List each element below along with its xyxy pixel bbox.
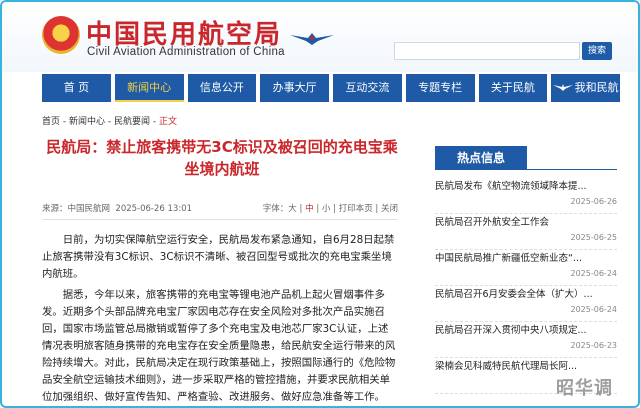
- search-input[interactable]: [394, 42, 580, 60]
- breadcrumb-sep: -: [105, 117, 114, 127]
- wing-icon: [552, 84, 573, 91]
- nav-about[interactable]: 关于民航: [478, 74, 548, 102]
- search-button[interactable]: 搜索: [582, 42, 612, 60]
- list-item-title[interactable]: 中国民航局推广新疆低空新业态“...: [435, 250, 617, 264]
- nav-me-and-caac-label: 我和民航: [574, 81, 619, 94]
- nav-news-center[interactable]: 新闻中心: [114, 74, 184, 102]
- font-small-button[interactable]: 小: [322, 204, 331, 214]
- divider: |: [333, 204, 336, 214]
- breadcrumb-current: 正文: [159, 117, 178, 127]
- breadcrumb-sep: -: [150, 117, 159, 127]
- site-subtitle: Civil Aviation Administration of China: [87, 46, 285, 58]
- list-item[interactable]: 中国民航局推广新疆低空新业态“... 2025-06-24: [435, 250, 617, 286]
- list-item-date: 2025-06-24: [570, 269, 618, 278]
- close-button[interactable]: 关闭: [381, 204, 398, 214]
- list-item[interactable]: 民航局召开6月安委会全体（扩大）... 2025-06-24: [435, 286, 617, 322]
- font-large-button[interactable]: 大: [288, 204, 297, 214]
- article-paragraph: 日前，为切实保障航空运行安全，民航局发布紧急通知，自6月28日起禁止旅客携带没有…: [42, 234, 395, 280]
- list-item-title[interactable]: 民航局召开6月安委会全体（扩大）...: [435, 286, 617, 300]
- font-medium-button[interactable]: 中: [305, 204, 314, 214]
- list-item-title[interactable]: 民航局召开深入贯彻中央八项规定...: [435, 322, 617, 336]
- nav-me-and-caac[interactable]: 我和民航: [551, 74, 620, 102]
- list-item-date: 2025-06-23: [570, 341, 618, 350]
- watermark: 昭华调: [556, 378, 613, 399]
- article-tools: 字体：大 | 中 | 小 | 打印本页 | 关闭: [263, 202, 398, 214]
- article-title: 民航局：禁止旅客携带无3C标识及被召回的充电宝乘坐境内航班: [46, 138, 398, 178]
- breadcrumb-news[interactable]: 新闻中心: [69, 117, 105, 127]
- article-paragraph: 据悉，今年以来，旅客携带的充电宝等锂电池产品机上起火冒烟事件多发。近期多个头部品…: [42, 289, 396, 403]
- nav-special-topics[interactable]: 专题专栏: [405, 74, 475, 102]
- article-body: 日前，为切实保障航空运行安全，民航局发布紧急通知，自6月28日起禁止旅客携带没有…: [42, 232, 398, 406]
- hot-info-list: 民航局发布《航空物流领域降本提... 2025-06-26 民航局召开外航安全工…: [435, 178, 617, 394]
- breadcrumb: 首页 - 新闻中心 - 民航要闻 - 正文: [42, 114, 177, 127]
- page-frame: ★ 中国民用航空局 Civil Aviation Administration …: [0, 0, 640, 408]
- article-source: 来源：中国民航网: [42, 204, 111, 214]
- breadcrumb-category[interactable]: 民航要闻: [114, 117, 150, 127]
- article-date: 2025-06-26 13:01: [115, 204, 193, 214]
- list-item[interactable]: 民航局召开外航安全工作会 2025-06-25: [435, 214, 617, 250]
- list-item[interactable]: 民航局发布《航空物流领域降本提... 2025-06-26: [435, 178, 617, 214]
- article-meta: 来源：中国民航网 2025-06-26 13:01 字体：大 | 中 | 小 |…: [42, 202, 398, 220]
- national-emblem-icon: ★: [42, 16, 80, 54]
- list-item-date: 2025-06-26: [570, 197, 618, 206]
- hot-info-heading: 热点信息: [435, 146, 527, 170]
- font-size-label: 字体：: [262, 204, 289, 214]
- breadcrumb-home[interactable]: 首页: [42, 117, 60, 127]
- nav-interaction[interactable]: 互动交流: [333, 74, 402, 102]
- main-nav: 首 页 新闻中心 信息公开 办事大厅 互动交流 专题专栏 关于民航 我和民航: [42, 74, 620, 102]
- list-item-title[interactable]: 民航局召开外航安全工作会: [435, 214, 617, 228]
- nav-home[interactable]: 首 页: [42, 74, 111, 102]
- list-item-date: 2025-06-25: [570, 233, 618, 242]
- list-item-title[interactable]: 民航局发布《航空物流领域降本提...: [435, 178, 617, 192]
- divider: |: [316, 204, 320, 214]
- breadcrumb-sep: -: [60, 117, 69, 127]
- nav-info-disclosure[interactable]: 信息公开: [187, 74, 257, 102]
- print-button[interactable]: 打印本页: [339, 204, 373, 214]
- list-item[interactable]: 民航局召开深入贯彻中央八项规定... 2025-06-23: [435, 322, 617, 358]
- divider: |: [299, 204, 303, 214]
- caac-wing-logo-icon: [290, 33, 334, 45]
- divider: |: [375, 204, 379, 214]
- site-header: ★ 中国民用航空局 Civil Aviation Administration …: [2, 2, 638, 72]
- list-item-date: 2025-06-24: [570, 305, 618, 314]
- list-item-title[interactable]: 梁楠会见科威特民航代理局长阿...: [435, 358, 617, 372]
- divider: [527, 169, 617, 170]
- nav-service-hall[interactable]: 办事大厅: [260, 74, 329, 102]
